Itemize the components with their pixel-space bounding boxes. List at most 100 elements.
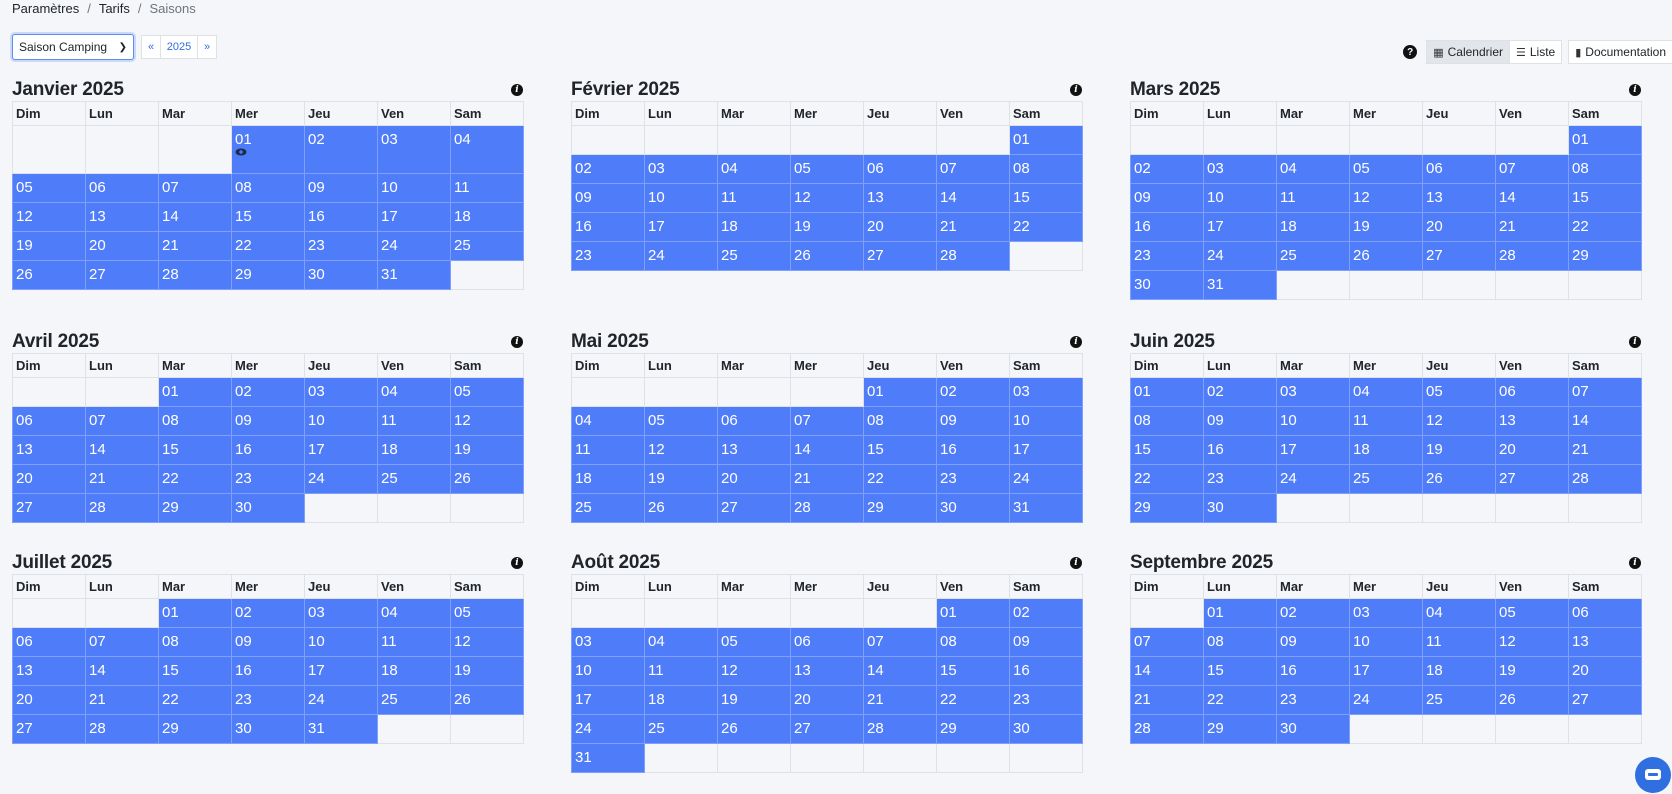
info-icon[interactable]: i xyxy=(511,84,523,96)
calendar-day[interactable]: 01 xyxy=(936,598,1010,628)
calendar-day[interactable]: 02 xyxy=(231,598,305,628)
previous-year-button[interactable]: « xyxy=(141,35,161,59)
calendar-day[interactable]: 08 xyxy=(1568,154,1642,184)
calendar-day[interactable]: 25 xyxy=(1276,241,1350,271)
calendar-day[interactable]: 20 xyxy=(12,685,86,715)
calendar-day[interactable]: 22 xyxy=(231,231,305,261)
calendar-day[interactable]: 09 xyxy=(231,406,305,436)
calendar-day[interactable]: 09 xyxy=(1276,627,1350,657)
calendar-day[interactable]: 11 xyxy=(1349,406,1423,436)
calendar-day[interactable]: 30 xyxy=(1203,493,1277,523)
calendar-day[interactable]: 01 xyxy=(863,377,937,407)
calendar-day[interactable]: 02 xyxy=(1130,154,1204,184)
current-year-button[interactable]: 2025 xyxy=(160,35,198,59)
calendar-day[interactable]: 09 xyxy=(571,183,645,213)
calendar-day[interactable]: 12 xyxy=(450,406,524,436)
calendar-day[interactable]: 16 xyxy=(936,435,1010,465)
calendar-day[interactable]: 15 xyxy=(936,656,1010,686)
calendar-day[interactable]: 06 xyxy=(12,406,86,436)
calendar-day[interactable]: 27 xyxy=(717,493,791,523)
calendar-day[interactable]: 01 xyxy=(231,125,305,174)
calendar-day[interactable]: 09 xyxy=(936,406,1010,436)
calendar-day[interactable]: 12 xyxy=(1495,627,1569,657)
calendar-day[interactable]: 30 xyxy=(1276,714,1350,744)
calendar-day[interactable]: 05 xyxy=(450,377,524,407)
calendar-day[interactable]: 26 xyxy=(1349,241,1423,271)
calendar-day[interactable]: 27 xyxy=(863,241,937,271)
calendar-day[interactable]: 04 xyxy=(450,125,524,174)
calendar-day[interactable]: 14 xyxy=(85,435,159,465)
calendar-day[interactable]: 22 xyxy=(863,464,937,494)
list-view-button[interactable]: ☰ Liste xyxy=(1508,40,1563,64)
calendar-day[interactable]: 05 xyxy=(1495,598,1569,628)
calendar-day[interactable]: 17 xyxy=(1276,435,1350,465)
calendar-day[interactable]: 07 xyxy=(1495,154,1569,184)
calendar-day[interactable]: 08 xyxy=(1130,406,1204,436)
calendar-day[interactable]: 21 xyxy=(1130,685,1204,715)
calendar-day[interactable]: 25 xyxy=(644,714,718,744)
calendar-day[interactable]: 05 xyxy=(12,173,86,203)
calendar-day[interactable]: 01 xyxy=(158,377,232,407)
calendar-day[interactable]: 22 xyxy=(1130,464,1204,494)
calendar-day[interactable]: 26 xyxy=(717,714,791,744)
calendar-day[interactable]: 29 xyxy=(158,493,232,523)
calendar-day[interactable]: 16 xyxy=(304,202,378,232)
calendar-day[interactable]: 09 xyxy=(1203,406,1277,436)
calendar-day[interactable]: 05 xyxy=(450,598,524,628)
calendar-day[interactable]: 11 xyxy=(1422,627,1496,657)
calendar-day[interactable]: 16 xyxy=(571,212,645,242)
calendar-day[interactable]: 17 xyxy=(1349,656,1423,686)
calendar-day[interactable]: 10 xyxy=(1203,183,1277,213)
calendar-day[interactable]: 22 xyxy=(1203,685,1277,715)
info-icon[interactable]: i xyxy=(1629,557,1641,569)
calendar-day[interactable]: 04 xyxy=(377,598,451,628)
calendar-day[interactable]: 15 xyxy=(231,202,305,232)
calendar-day[interactable]: 02 xyxy=(1203,377,1277,407)
calendar-day[interactable]: 27 xyxy=(12,493,86,523)
calendar-day[interactable]: 15 xyxy=(1130,435,1204,465)
calendar-day[interactable]: 11 xyxy=(377,406,451,436)
calendar-day[interactable]: 19 xyxy=(1495,656,1569,686)
calendar-day[interactable]: 04 xyxy=(1276,154,1350,184)
calendar-day[interactable]: 17 xyxy=(1203,212,1277,242)
calendar-day[interactable]: 05 xyxy=(1349,154,1423,184)
calendar-day[interactable]: 28 xyxy=(790,493,864,523)
calendar-day[interactable]: 06 xyxy=(717,406,791,436)
calendar-day[interactable]: 18 xyxy=(1349,435,1423,465)
calendar-day[interactable]: 17 xyxy=(377,202,451,232)
calendar-day[interactable]: 07 xyxy=(1568,377,1642,407)
calendar-day[interactable]: 27 xyxy=(1495,464,1569,494)
calendar-day[interactable]: 20 xyxy=(717,464,791,494)
calendar-day[interactable]: 18 xyxy=(1276,212,1350,242)
calendar-day[interactable]: 16 xyxy=(1130,212,1204,242)
calendar-day[interactable]: 14 xyxy=(1130,656,1204,686)
calendar-day[interactable]: 06 xyxy=(85,173,159,203)
eye-icon[interactable] xyxy=(235,147,301,157)
calendar-day[interactable]: 26 xyxy=(1422,464,1496,494)
calendar-day[interactable]: 15 xyxy=(1568,183,1642,213)
calendar-day[interactable]: 16 xyxy=(231,656,305,686)
calendar-day[interactable]: 29 xyxy=(158,714,232,744)
calendar-day[interactable]: 09 xyxy=(1130,183,1204,213)
calendar-day[interactable]: 31 xyxy=(304,714,378,744)
calendar-day[interactable]: 09 xyxy=(1009,627,1083,657)
calendar-day[interactable]: 09 xyxy=(304,173,378,203)
calendar-day[interactable]: 13 xyxy=(12,656,86,686)
calendar-day[interactable]: 16 xyxy=(1276,656,1350,686)
calendar-day[interactable]: 24 xyxy=(1203,241,1277,271)
calendar-day[interactable]: 04 xyxy=(571,406,645,436)
calendar-day[interactable]: 31 xyxy=(1203,270,1277,300)
calendar-day[interactable]: 24 xyxy=(304,464,378,494)
calendar-day[interactable]: 15 xyxy=(158,656,232,686)
calendar-day[interactable]: 26 xyxy=(450,464,524,494)
calendar-day[interactable]: 25 xyxy=(1422,685,1496,715)
calendar-day[interactable]: 29 xyxy=(231,260,305,290)
calendar-day[interactable]: 03 xyxy=(304,598,378,628)
calendar-day[interactable]: 10 xyxy=(1349,627,1423,657)
calendar-day[interactable]: 02 xyxy=(1009,598,1083,628)
calendar-day[interactable]: 27 xyxy=(12,714,86,744)
calendar-day[interactable]: 08 xyxy=(936,627,1010,657)
calendar-day[interactable]: 30 xyxy=(304,260,378,290)
calendar-day[interactable]: 19 xyxy=(12,231,86,261)
calendar-day[interactable]: 18 xyxy=(377,435,451,465)
